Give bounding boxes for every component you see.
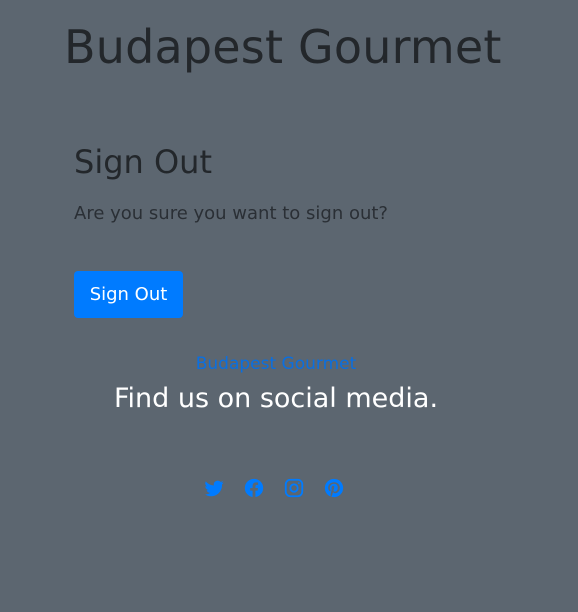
sign-out-button[interactable]: Sign Out bbox=[74, 271, 183, 318]
facebook-icon[interactable] bbox=[242, 476, 266, 500]
instagram-icon[interactable] bbox=[282, 476, 306, 500]
twitter-icon[interactable] bbox=[202, 476, 226, 500]
footer-brand-link[interactable]: Budapest Gourmet bbox=[196, 352, 357, 376]
signout-message: Are you sure you want to sign out? bbox=[74, 203, 388, 224]
social-links bbox=[202, 476, 346, 500]
footer-tagline: Find us on social media. bbox=[113, 383, 439, 414]
pinterest-icon[interactable] bbox=[322, 476, 346, 500]
site-title: Budapest Gourmet bbox=[64, 20, 502, 74]
signout-heading: Sign Out bbox=[74, 143, 212, 181]
signout-section: Sign Out Are you sure you want to sign o… bbox=[74, 140, 514, 318]
footer: Budapest Gourmet Find us on social media… bbox=[0, 352, 552, 416]
